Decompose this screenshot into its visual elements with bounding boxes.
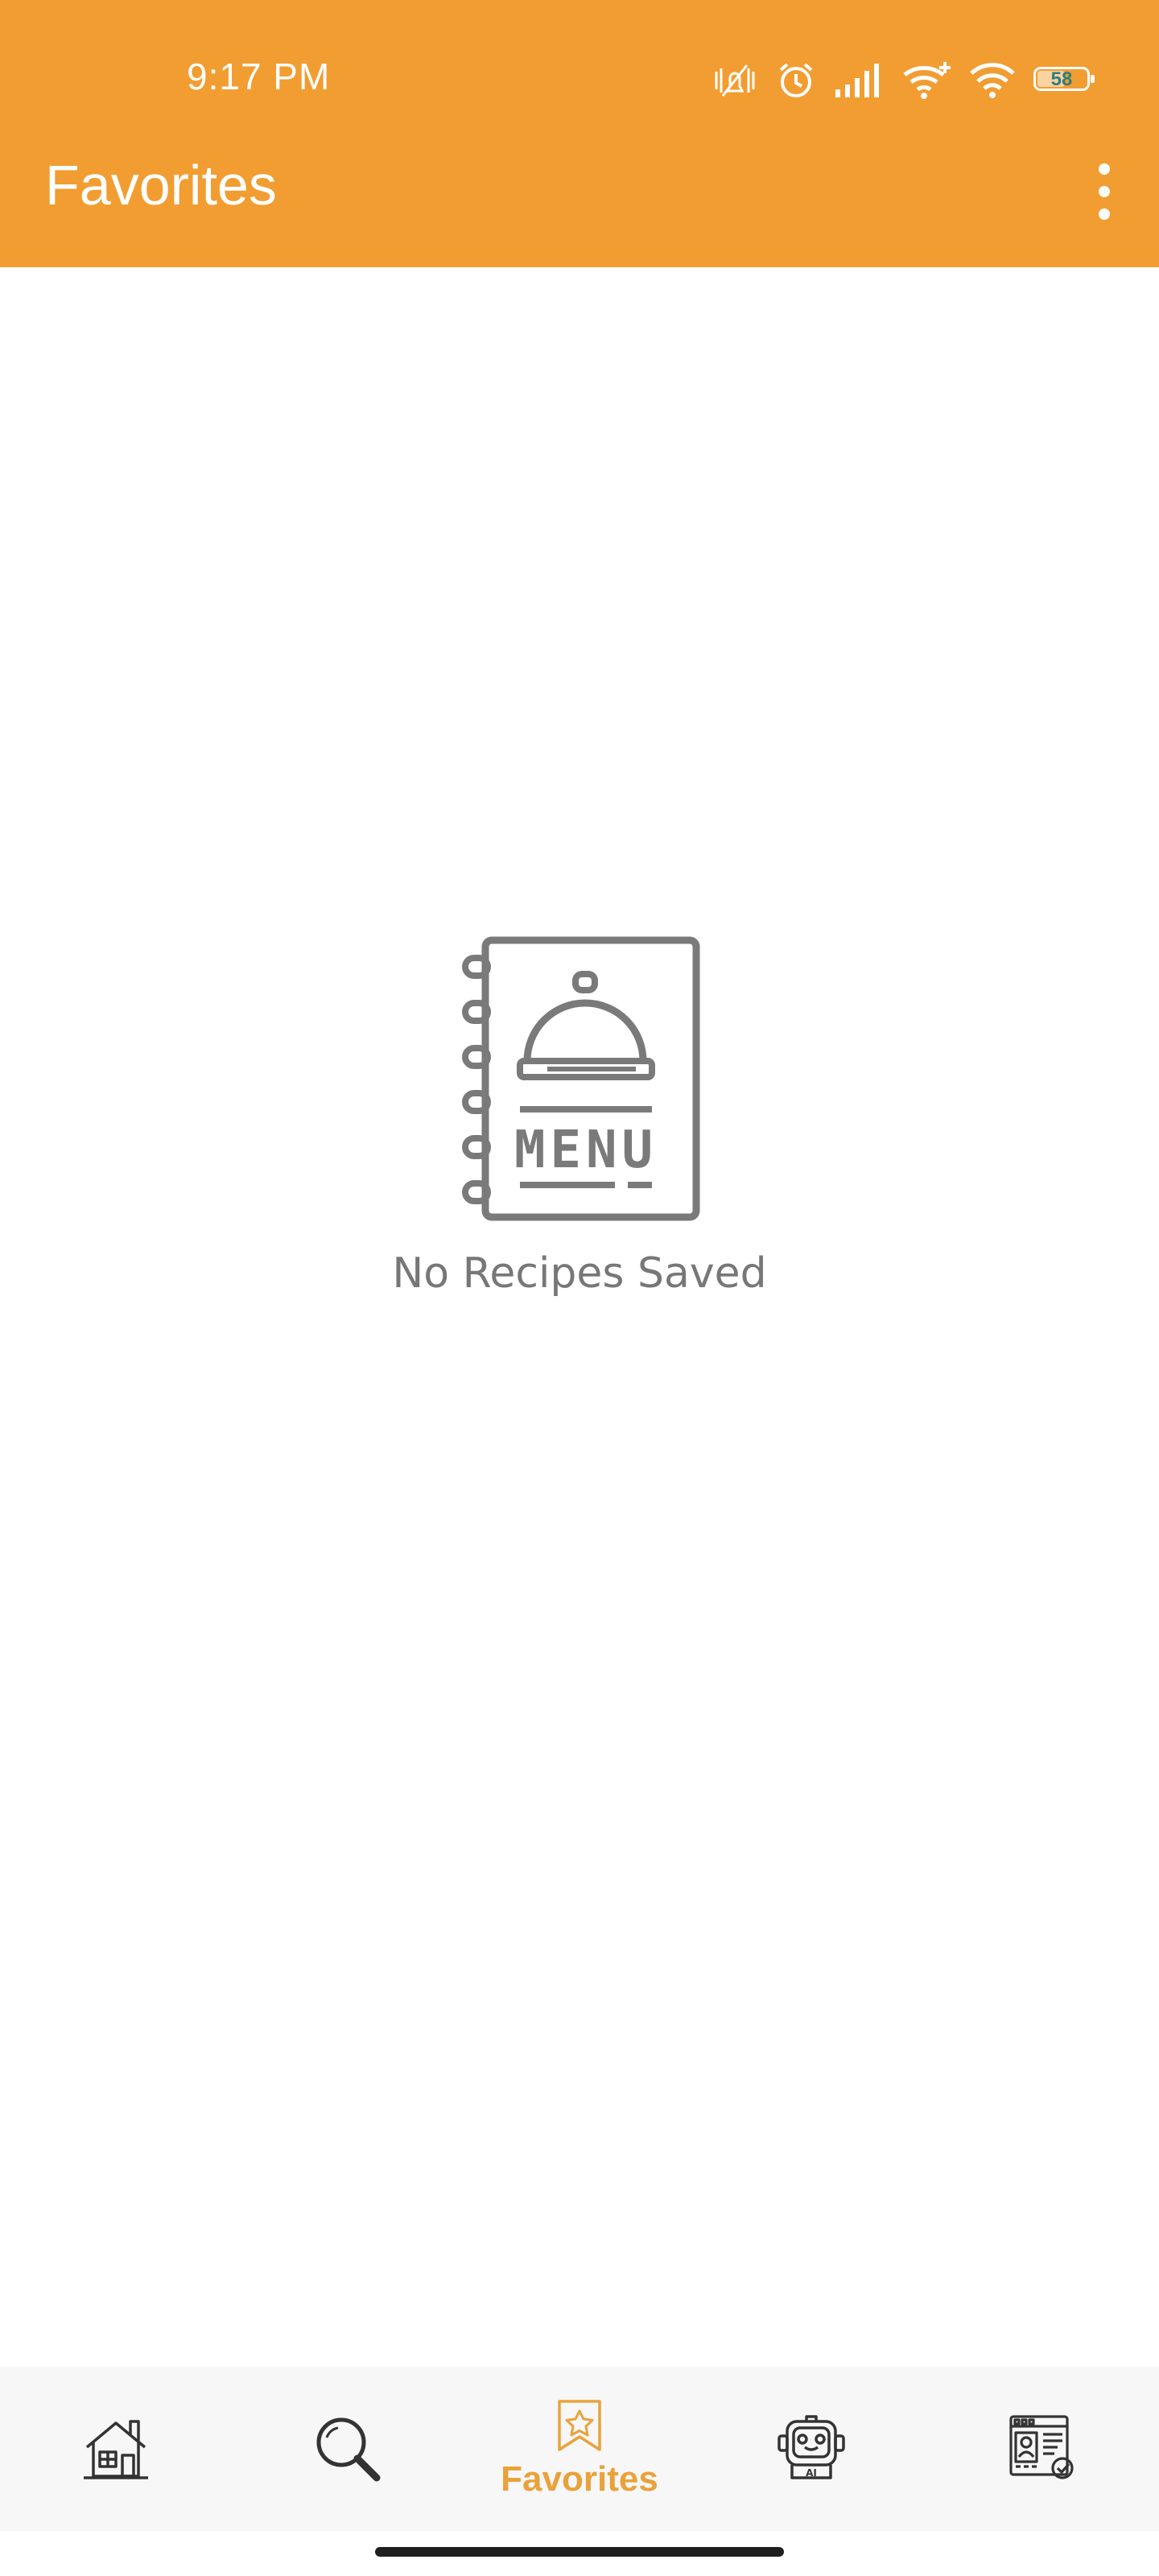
- search-icon: [316, 2417, 381, 2482]
- menu-icon-text: MENU: [514, 1121, 658, 1180]
- nav-label-favorites: Favorites: [501, 2459, 658, 2499]
- more-options-button[interactable]: [1082, 158, 1127, 225]
- signal-icon: [835, 64, 879, 97]
- wifi-plus-icon: [903, 62, 951, 99]
- status-time: 9:17 PM: [187, 56, 331, 97]
- app-bar: 9:17 PM 58 Favorites: [0, 0, 1159, 267]
- wifi-icon: [970, 63, 1015, 98]
- bottom-navigation: Favorites AI: [0, 2367, 1159, 2531]
- mute-vibrate-icon: [715, 64, 755, 97]
- menu-book-icon: MENU: [462, 936, 700, 1221]
- nav-item-ai[interactable]: AI: [695, 2367, 927, 2531]
- ai-icon-text: AI: [806, 2467, 817, 2479]
- battery-icon: 58: [1033, 67, 1096, 94]
- page-title: Favorites: [45, 154, 277, 217]
- nav-item-search[interactable]: [232, 2367, 464, 2531]
- status-icons: 58: [711, 56, 1096, 105]
- nav-item-favorites[interactable]: Favorites: [464, 2367, 695, 2531]
- more-vert-icon: [1099, 163, 1110, 175]
- empty-state: MENU No Recipes Saved: [0, 934, 1159, 1298]
- profile-document-icon: [1009, 2415, 1074, 2479]
- home-indicator[interactable]: [375, 2547, 784, 2557]
- ai-robot-icon: AI: [777, 2415, 845, 2479]
- home-icon: [84, 2420, 148, 2479]
- alarm-icon: [779, 63, 813, 97]
- empty-message: No Recipes Saved: [392, 1249, 767, 1298]
- nav-item-profile[interactable]: [927, 2367, 1159, 2531]
- nav-item-home[interactable]: [0, 2367, 232, 2531]
- battery-level: 58: [1050, 68, 1073, 90]
- bookmark-star-icon: [558, 2400, 601, 2451]
